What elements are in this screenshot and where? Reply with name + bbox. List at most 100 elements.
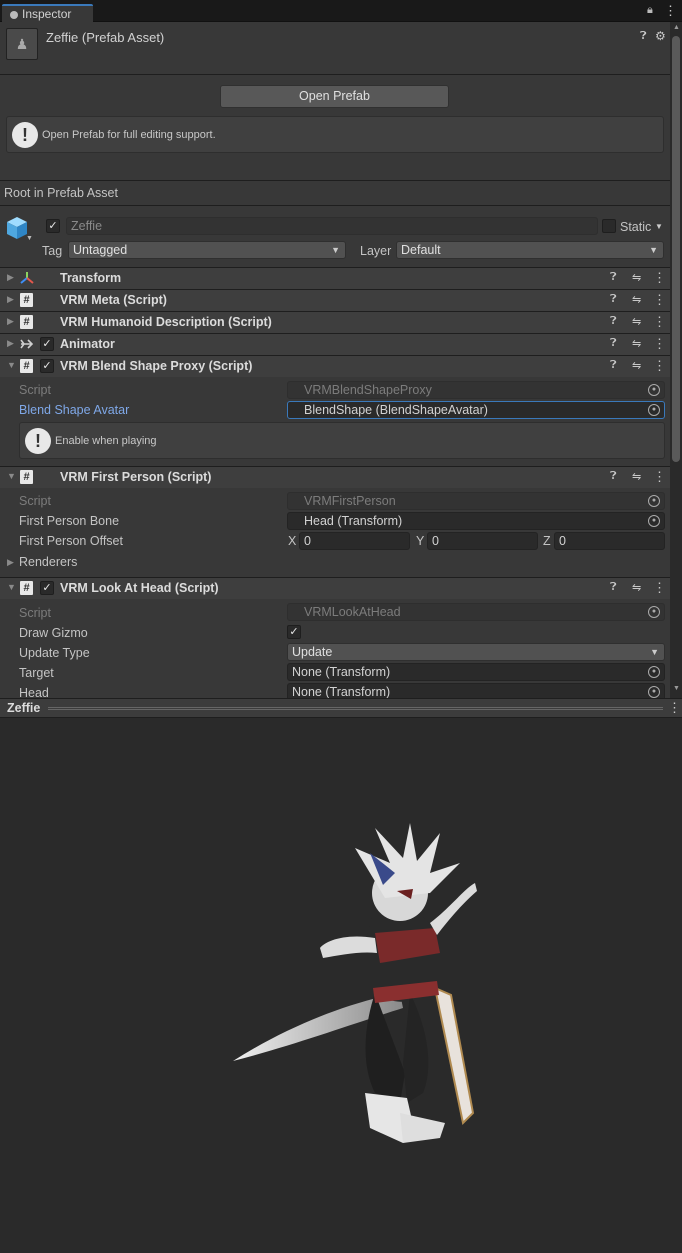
script-field: VRMFirstPerson ● [287, 492, 665, 510]
prefab-help-box: ! Open Prefab for full editing support. [6, 116, 664, 153]
help-icon[interactable]: ❓︎ [610, 293, 617, 306]
tag-label: Tag [42, 244, 63, 258]
renderers-foldout[interactable]: Renderers [19, 555, 77, 569]
presets-icon[interactable]: ⇋ [632, 581, 641, 594]
help-icon[interactable]: ❓︎ [610, 581, 617, 594]
update-type-dropdown[interactable]: Update ▼ [287, 643, 665, 661]
target-field[interactable]: None (Transform) ● [287, 663, 665, 681]
fold-arrow-icon[interactable]: ▶ [7, 272, 14, 283]
script-field: VRMBlendShapeProxy ● [287, 381, 665, 399]
animator-enabled-checkbox[interactable]: ✓ [40, 337, 54, 351]
script-icon: # [20, 359, 33, 373]
script-label: Script [19, 383, 51, 397]
blend-shape-avatar-field[interactable]: BlendShape (BlendShapeAvatar) ● [287, 401, 665, 419]
draw-gizmo-checkbox[interactable]: ✓ [287, 625, 301, 639]
help-icon[interactable]: ❓︎ [640, 30, 647, 43]
presets-icon[interactable]: ⇋ [632, 337, 641, 350]
kebab-icon[interactable]: ⋮ [653, 580, 666, 596]
script-label: Script [19, 606, 51, 620]
script-icon: # [20, 581, 33, 595]
blendshape-help-box: ! Enable when playing [19, 422, 665, 459]
component-vrm-meta[interactable]: ▶ # VRM Meta (Script) ❓︎ ⇋ ⋮ [0, 289, 670, 311]
gameobject-icon [7, 217, 27, 239]
look-at-enabled-checkbox[interactable]: ✓ [40, 581, 54, 595]
component-animator[interactable]: ▶ ✓ Animator ❓︎ ⇋ ⋮ [0, 333, 670, 355]
object-picker-icon[interactable]: ● [648, 515, 660, 527]
asset-title: Zeffie (Prefab Asset) [46, 30, 165, 45]
component-vrm-humanoid[interactable]: ▶ # VRM Humanoid Description (Script) ❓︎… [0, 311, 670, 333]
help-icon[interactable]: ❓︎ [610, 337, 617, 350]
fold-arrow-icon[interactable]: ▶ [7, 294, 14, 305]
fold-arrow-icon[interactable]: ▼ [7, 582, 16, 592]
presets-icon[interactable]: ⇋ [632, 359, 641, 372]
static-checkbox[interactable] [602, 219, 616, 233]
y-label: Y [416, 534, 425, 548]
z-label: Z [543, 534, 551, 548]
lock-icon[interactable]: 🔒︎ [647, 4, 653, 17]
presets-icon[interactable]: ⇋ [632, 315, 641, 328]
kebab-icon[interactable]: ⋮ [664, 3, 677, 19]
root-label: Root in Prefab Asset [4, 186, 118, 200]
scroll-up-icon[interactable]: ▲ [673, 24, 680, 31]
help-icon[interactable]: ❓︎ [610, 470, 617, 483]
draw-gizmo-label: Draw Gizmo [19, 626, 88, 640]
chevron-down-icon[interactable]: ▼ [26, 235, 33, 242]
tab-inspector[interactable]: Inspector [2, 4, 93, 23]
animator-icon [20, 339, 34, 349]
offset-x-field[interactable]: 0 [299, 532, 410, 550]
static-dropdown-icon[interactable]: ▼ [655, 222, 663, 231]
kebab-icon[interactable]: ⋮ [653, 292, 666, 308]
script-label: Script [19, 494, 51, 508]
help-icon[interactable]: ❓︎ [610, 359, 617, 372]
component-look-at-head[interactable]: ▼ # ✓ VRM Look At Head (Script) ❓︎ ⇋ ⋮ [0, 577, 670, 599]
presets-icon[interactable]: ⇋ [632, 470, 641, 483]
head-field[interactable]: None (Transform) ● [287, 683, 665, 698]
script-icon: # [20, 293, 33, 307]
resize-handle[interactable] [48, 707, 663, 710]
offset-z-field[interactable]: 0 [554, 532, 665, 550]
fold-arrow-icon[interactable]: ▶ [7, 316, 14, 327]
active-checkbox[interactable]: ✓ [46, 219, 60, 233]
head-label: Head [19, 686, 49, 698]
script-icon: # [20, 470, 33, 484]
first-person-bone-label: First Person Bone [19, 514, 120, 528]
component-blendshape-proxy[interactable]: ▼ # ✓ VRM Blend Shape Proxy (Script) ❓︎ ⇋… [0, 355, 670, 377]
offset-y-field[interactable]: 0 [427, 532, 538, 550]
fold-arrow-icon[interactable]: ▶ [7, 557, 14, 568]
first-person-bone-field[interactable]: Head (Transform) ● [287, 512, 665, 530]
fold-arrow-icon[interactable]: ▼ [7, 471, 16, 481]
layer-dropdown[interactable]: Default ▼ [396, 241, 664, 259]
prefab-asset-icon: ♟ [6, 28, 38, 60]
presets-icon[interactable]: ⇋ [632, 293, 641, 306]
warning-icon: ! [12, 122, 38, 148]
kebab-icon[interactable]: ⋮ [668, 700, 681, 716]
presets-icon[interactable]: ⇋ [632, 271, 641, 284]
scrollbar-thumb[interactable] [672, 36, 680, 462]
scroll-down-icon[interactable]: ▼ [673, 685, 680, 692]
object-picker-icon[interactable]: ● [648, 404, 660, 416]
divider [0, 180, 670, 181]
kebab-icon[interactable]: ⋮ [653, 358, 666, 374]
preview-viewport[interactable] [0, 698, 682, 1253]
object-picker-icon[interactable]: ● [648, 686, 660, 698]
kebab-icon[interactable]: ⋮ [653, 469, 666, 485]
layer-label: Layer [360, 244, 392, 258]
help-icon[interactable]: ❓︎ [610, 271, 617, 284]
blendshape-enabled-checkbox[interactable]: ✓ [40, 359, 54, 373]
kebab-icon[interactable]: ⋮ [653, 336, 666, 352]
gameobject-name-field[interactable]: Zeffie [66, 217, 598, 235]
warning-icon: ! [25, 428, 51, 454]
blend-shape-avatar-label: Blend Shape Avatar [19, 403, 130, 417]
object-picker-icon[interactable]: ● [648, 666, 660, 678]
inspector-panel: ♟ Zeffie (Prefab Asset) ❓︎ ⚙ Open Prefab… [0, 22, 670, 698]
open-prefab-button[interactable]: Open Prefab [220, 85, 449, 108]
kebab-icon[interactable]: ⋮ [653, 270, 666, 286]
component-first-person[interactable]: ▼ # VRM First Person (Script) ❓︎ ⇋ ⋮ [0, 466, 670, 488]
fold-arrow-icon[interactable]: ▶ [7, 338, 14, 349]
component-transform[interactable]: ▶ Transform ❓︎ ⇋ ⋮ [0, 267, 670, 289]
tag-dropdown[interactable]: Untagged ▼ [68, 241, 346, 259]
fold-arrow-icon[interactable]: ▼ [7, 360, 16, 370]
kebab-icon[interactable]: ⋮ [653, 314, 666, 330]
settings-icon[interactable]: ⚙ [655, 29, 666, 43]
help-icon[interactable]: ❓︎ [610, 315, 617, 328]
